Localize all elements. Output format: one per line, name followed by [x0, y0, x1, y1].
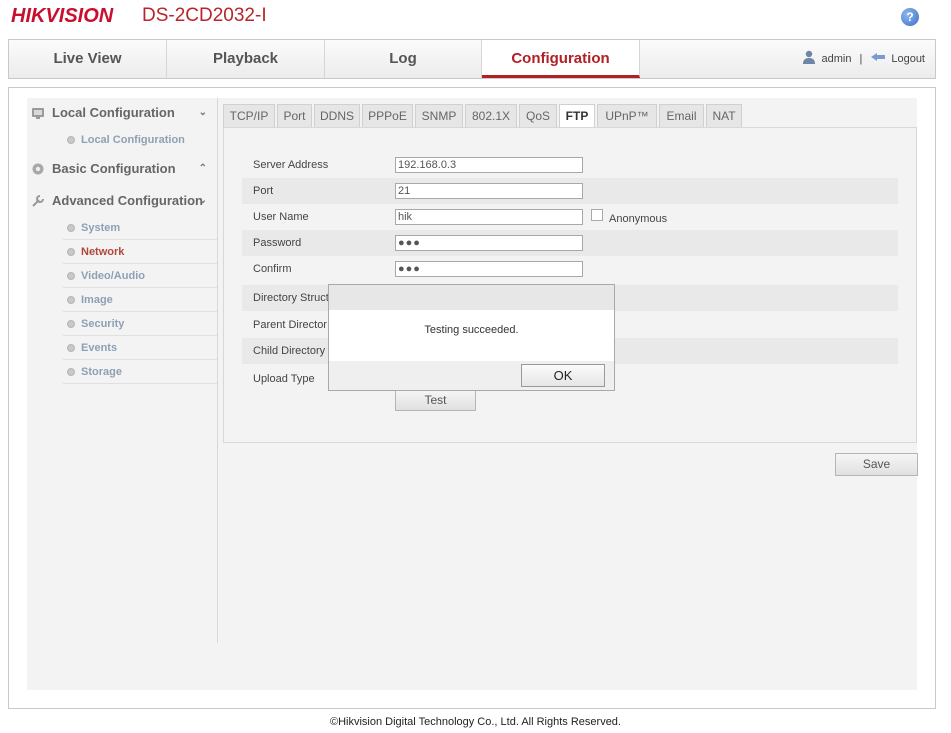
chevron-down-icon: ⌄: [198, 107, 207, 118]
sidebar-item-label: Video/Audio: [81, 270, 145, 282]
sidebar-item-label: Events: [81, 342, 118, 354]
sidebar-basic-configuration[interactable]: Basic Configuration ⌃: [27, 154, 217, 184]
bullet-icon: [67, 296, 75, 304]
anonymous-label: Anonymous: [609, 213, 668, 225]
sidebar-item-label: Local Configuration: [81, 134, 185, 146]
sidebar-item-local-configuration[interactable]: Local Configuration: [63, 128, 217, 152]
user-icon: [802, 50, 815, 64]
confirm-password-input[interactable]: ●●●: [395, 261, 583, 277]
sidebar-item-image[interactable]: Image: [63, 288, 217, 312]
port-label: Port: [253, 185, 274, 197]
tab-ddns[interactable]: DDNS: [314, 104, 360, 128]
server-address-label: Server Address: [253, 159, 329, 171]
sidebar: Local Configuration ⌄ Local Configuratio…: [27, 98, 218, 643]
tab-snmp[interactable]: SNMP: [415, 104, 463, 128]
tab-pppoe[interactable]: PPPoE: [362, 104, 413, 128]
chevron-up-icon: ⌃: [198, 163, 207, 174]
username: admin: [821, 53, 852, 65]
test-button[interactable]: Test: [395, 389, 476, 411]
sidebar-item-system[interactable]: System: [63, 216, 217, 240]
user-name-input[interactable]: hik: [395, 209, 583, 225]
sidebar-item-label: Security: [81, 318, 125, 330]
bullet-icon: [67, 224, 75, 232]
user-name-label: User Name: [253, 211, 309, 223]
bullet-icon: [67, 248, 75, 256]
sidebar-advanced-configuration[interactable]: Advanced Configuration ⌄: [27, 186, 217, 216]
child-directory-label: Child Directory: [253, 345, 326, 357]
tab-port[interactable]: Port: [277, 104, 312, 128]
sidebar-item-video-audio[interactable]: Video/Audio: [63, 264, 217, 288]
help-icon[interactable]: ?: [901, 8, 919, 26]
sidebar-item-events[interactable]: Events: [63, 336, 217, 360]
dialog-titlebar: [329, 285, 614, 310]
device-model: DS-2CD2032-I: [142, 5, 267, 26]
bullet-icon: [67, 320, 75, 328]
copyright-footer: ©Hikvision Digital Technology Co., Ltd. …: [330, 716, 621, 728]
dialog-message: Testing succeeded.: [329, 310, 614, 361]
bullet-icon: [67, 272, 75, 280]
sidebar-section-label: Basic Configuration: [52, 161, 176, 176]
main-nav: Live View Playback Log Configuration adm…: [8, 39, 936, 79]
monitor-icon: [32, 108, 44, 119]
sidebar-section-label: Advanced Configuration: [52, 193, 203, 208]
save-button[interactable]: Save: [835, 453, 918, 476]
port-input[interactable]: 21: [395, 183, 583, 199]
sidebar-local-configuration[interactable]: Local Configuration ⌄: [27, 98, 217, 128]
server-address-row: Server Address 192.168.0.3: [242, 152, 898, 178]
bullet-icon: [67, 368, 75, 376]
ok-button[interactable]: OK: [521, 364, 605, 387]
sidebar-item-storage[interactable]: Storage: [63, 360, 217, 384]
content-area: Local Configuration ⌄ Local Configuratio…: [27, 98, 918, 690]
upload-type-label: Upload Type: [253, 373, 315, 385]
sidebar-item-label: Storage: [81, 366, 122, 378]
logout-link[interactable]: Logout: [891, 53, 925, 65]
logout-icon[interactable]: [870, 52, 886, 62]
sidebar-item-label: Image: [81, 294, 113, 306]
hikvision-logo: HIKVISION: [11, 5, 114, 27]
tab-nat[interactable]: NAT: [706, 104, 742, 128]
bullet-icon: [67, 344, 75, 352]
bullet-icon: [67, 136, 75, 144]
sidebar-item-security[interactable]: Security: [63, 312, 217, 336]
tab-log[interactable]: Log: [325, 40, 482, 78]
content-frame: Local Configuration ⌄ Local Configuratio…: [8, 87, 936, 709]
tab-playback[interactable]: Playback: [167, 40, 325, 78]
tab-ftp[interactable]: FTP: [559, 104, 595, 128]
chevron-down-icon: ⌄: [198, 195, 207, 206]
separator: |: [859, 53, 863, 65]
server-address-input[interactable]: 192.168.0.3: [395, 157, 583, 173]
testing-result-dialog: Testing succeeded. OK: [328, 284, 615, 391]
tab-8021x[interactable]: 802.1X: [465, 104, 517, 128]
sidebar-section-label: Local Configuration: [52, 105, 175, 120]
sidebar-item-label: Network: [81, 246, 125, 258]
password-label: Password: [253, 237, 302, 249]
tab-email[interactable]: Email: [659, 104, 704, 128]
tab-tcpip[interactable]: TCP/IP: [223, 104, 275, 128]
parent-directory-label: Parent Director: [253, 319, 327, 331]
wrench-icon: [32, 195, 44, 207]
sidebar-item-network[interactable]: Network: [63, 240, 217, 264]
password-input[interactable]: ●●●: [395, 235, 583, 251]
anonymous-checkbox[interactable]: [591, 209, 603, 221]
directory-structure-label: Directory Struct: [253, 292, 329, 304]
user-box: admin | Logout: [802, 40, 925, 78]
user-name-row: User Name hik Anonymous: [242, 204, 898, 230]
sidebar-item-label: System: [81, 222, 121, 234]
tab-live-view[interactable]: Live View: [9, 40, 167, 78]
tab-qos[interactable]: QoS: [519, 104, 557, 128]
confirm-row: Confirm ●●●: [242, 256, 898, 282]
password-row: Password ●●●: [242, 230, 898, 256]
port-row: Port 21: [242, 178, 898, 204]
tab-configuration[interactable]: Configuration: [482, 40, 640, 78]
gear-icon: [32, 163, 44, 175]
confirm-label: Confirm: [253, 263, 292, 275]
tab-upnp[interactable]: UPnP™: [597, 104, 657, 128]
